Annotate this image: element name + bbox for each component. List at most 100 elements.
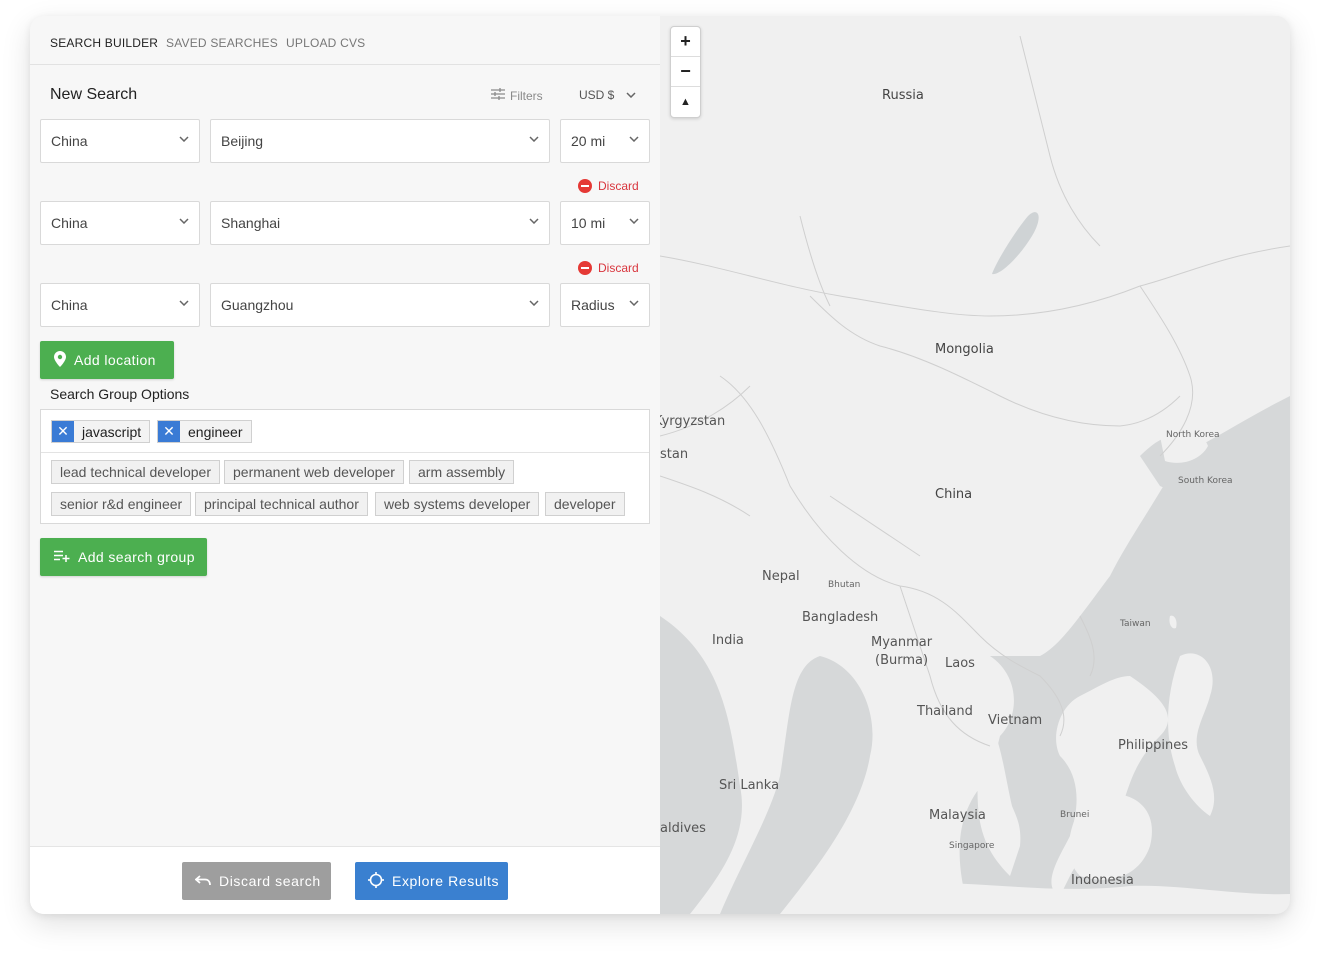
country-select[interactable]: China [40, 201, 200, 245]
discard-search-button[interactable]: Discard search [182, 862, 331, 900]
map-pin-icon [54, 350, 66, 370]
map-label-myanmar: Myanmar (Burma) [871, 635, 933, 668]
add-location-label: Add location [74, 352, 156, 368]
add-location-button[interactable]: Add location [40, 341, 174, 379]
map-label-bhutan: Bhutan [828, 580, 861, 590]
suggestion-tag[interactable]: principal technical author [195, 492, 368, 516]
search-group-tag-input[interactable]: ✕ javascript ✕ engineer lead technical d… [40, 409, 650, 524]
map-label-singapore: Singapore [949, 841, 995, 851]
city-select[interactable]: Beijing [210, 119, 550, 163]
selected-tag-label: engineer [188, 423, 243, 440]
discard-label: Discard [598, 261, 639, 275]
suggestion-tag[interactable]: arm assembly [409, 460, 515, 484]
footer-bar: Discard search Explore Results [30, 846, 660, 914]
country-value: China [51, 297, 88, 313]
radius-select[interactable]: 10 mi [560, 201, 650, 245]
map-label-stan: stan [660, 447, 689, 462]
currency-value: USD $ [579, 88, 615, 102]
map-label-vietnam: Vietnam [988, 713, 1043, 728]
zoom-out-button[interactable]: − [671, 57, 700, 86]
map-label-mongolia: Mongolia [935, 342, 994, 357]
tab-upload-cvs[interactable]: UPLOAD CVS [286, 36, 365, 50]
suggestion-tag[interactable]: developer [545, 492, 625, 516]
zoom-in-button[interactable]: + [671, 27, 700, 56]
chevron-down-icon [529, 300, 539, 306]
app-window: SEARCH BUILDER SAVED SEARCHES UPLOAD CVS… [30, 16, 1290, 914]
map-label-thailand: Thailand [917, 704, 973, 719]
undo-icon [194, 873, 211, 889]
search-group-options-label: Search Group Options [50, 386, 190, 402]
map-label-laos: Laos [945, 656, 975, 671]
map-label-taiwan: Taiwan [1120, 619, 1151, 629]
map-label-china: China [935, 487, 973, 502]
map-label-bangladesh: Bangladesh [802, 610, 879, 625]
country-select[interactable]: China [40, 283, 200, 327]
country-value: China [51, 133, 88, 149]
chevron-down-icon [179, 300, 189, 306]
city-value: Shanghai [221, 215, 281, 231]
chevron-down-icon [626, 92, 636, 98]
sliders-icon [491, 88, 505, 103]
divider [41, 452, 649, 453]
currency-select[interactable]: USD $ [579, 88, 636, 102]
tab-bar: SEARCH BUILDER SAVED SEARCHES UPLOAD CVS [30, 16, 660, 65]
suggestion-tag[interactable]: permanent web developer [224, 460, 404, 484]
map-label-philippines: Philippines [1118, 738, 1189, 753]
map-label-indonesia: Indonesia [1071, 873, 1134, 888]
discard-location-button[interactable]: Discard [578, 261, 639, 275]
city-value: Beijing [221, 133, 264, 149]
discard-label: Discard [598, 179, 639, 193]
discard-location-button[interactable]: Discard [578, 179, 639, 193]
playlist-add-icon [54, 549, 70, 565]
page-title: New Search [50, 86, 138, 103]
map-label-russia: Russia [882, 88, 924, 103]
selected-tag: ✕ javascript [51, 420, 151, 443]
map-label-maldives: aldives [660, 821, 706, 836]
radius-select[interactable]: 20 mi [560, 119, 650, 163]
add-search-group-button[interactable]: Add search group [40, 538, 207, 576]
suggestion-tag[interactable]: lead technical developer [51, 460, 220, 484]
city-select[interactable]: Shanghai [210, 201, 550, 245]
suggestion-tag[interactable]: senior r&d engineer [51, 492, 192, 516]
tab-saved-searches[interactable]: SAVED SEARCHES [166, 36, 278, 50]
chevron-down-icon [179, 218, 189, 224]
country-value: China [51, 215, 88, 231]
country-select[interactable]: China [40, 119, 200, 163]
chevron-down-icon [629, 136, 639, 142]
map-label-malaysia: Malaysia [929, 808, 986, 823]
map-label-sri-lanka: Sri Lanka [719, 778, 780, 793]
search-builder-panel: SEARCH BUILDER SAVED SEARCHES UPLOAD CVS… [30, 16, 660, 914]
map-label-north-korea: North Korea [1166, 430, 1220, 440]
chevron-down-icon [629, 218, 639, 224]
chevron-down-icon [529, 136, 539, 142]
suggestion-tag[interactable]: web systems developer [375, 492, 540, 516]
selected-tag-label: javascript [82, 423, 142, 440]
compass-icon[interactable]: ▲ [671, 87, 700, 116]
selected-tag: ✕ engineer [157, 420, 252, 443]
explore-results-button[interactable]: Explore Results [355, 862, 508, 900]
map-label-nepal: Nepal [762, 569, 800, 584]
city-select[interactable]: Guangzhou [210, 283, 550, 327]
add-search-group-label: Add search group [78, 549, 195, 565]
map-label-brunei: Brunei [1060, 810, 1090, 820]
explore-results-label: Explore Results [392, 873, 500, 889]
chevron-down-icon [629, 300, 639, 306]
remove-tag-icon[interactable]: ✕ [158, 421, 180, 442]
chevron-down-icon [529, 218, 539, 224]
remove-tag-icon[interactable]: ✕ [52, 421, 74, 442]
crosshair-icon [368, 871, 384, 891]
map-label-kyrgyzstan: Kyrgyzstan [660, 414, 726, 429]
radius-select[interactable]: Radius [560, 283, 650, 327]
filters-label: Filters [510, 88, 543, 103]
city-value: Guangzhou [221, 297, 294, 313]
map-view[interactable]: + − ▲ Russia Mongolia Kyrgyzstan stan Ch… [660, 16, 1290, 914]
map-label-south-korea: South Korea [1178, 476, 1233, 486]
filters-button[interactable]: Filters [491, 88, 543, 103]
minus-circle-icon [578, 179, 592, 193]
tab-search-builder[interactable]: SEARCH BUILDER [50, 36, 158, 50]
discard-search-label: Discard search [219, 873, 321, 889]
chevron-down-icon [179, 136, 189, 142]
radius-value: Radius [571, 297, 615, 313]
map-label-india: India [712, 633, 744, 648]
zoom-controls: + − ▲ [670, 26, 701, 118]
